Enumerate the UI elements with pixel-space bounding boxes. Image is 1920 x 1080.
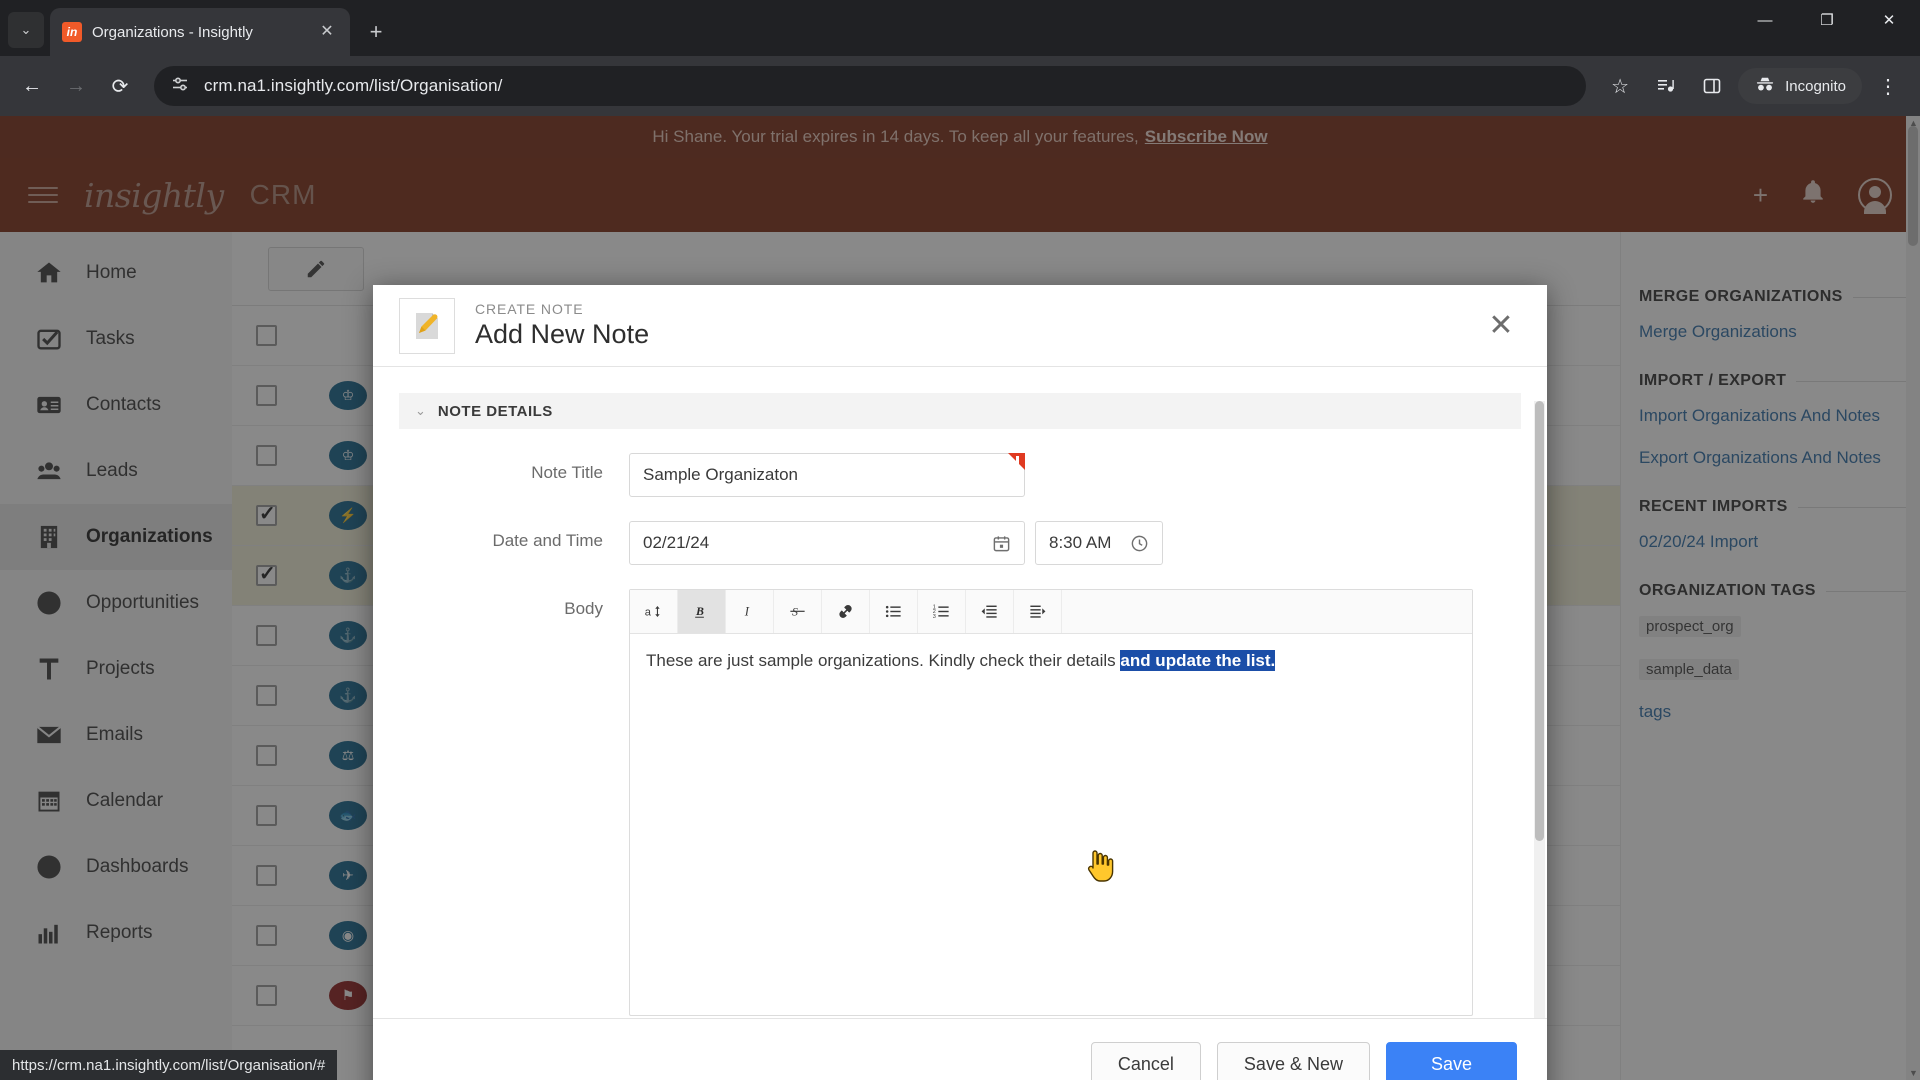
new-tab-button[interactable]: + (358, 14, 394, 50)
date-input[interactable]: 02/21/24 (629, 521, 1025, 565)
required-flag-icon (1008, 453, 1025, 470)
tab-search-button[interactable]: ⌄ (8, 12, 44, 48)
incognito-icon (1754, 75, 1776, 97)
save-button[interactable]: Save (1385, 1041, 1517, 1080)
page-viewport: Hi Shane. Your trial expires in 14 days.… (0, 116, 1920, 1080)
note-title-value: Sample Organizaton (643, 465, 798, 484)
svg-text:I: I (744, 604, 750, 618)
maximize-button[interactable]: ❐ (1796, 0, 1858, 40)
forward-icon[interactable]: → (56, 66, 96, 106)
bold-icon[interactable]: B (678, 590, 726, 633)
body-selected-text: and update the list. (1120, 650, 1276, 671)
editor-toolbar: a B I S (630, 590, 1472, 634)
incognito-indicator[interactable]: Incognito (1738, 68, 1862, 104)
bulleted-list-icon[interactable] (870, 590, 918, 633)
date-value: 02/21/24 (643, 533, 710, 552)
window-controls: — ❐ ✕ (1734, 0, 1920, 56)
body-row: Body a B I 1 2 3 These are just sample o… (373, 589, 1547, 1016)
tab-strip: ⌄ in Organizations - Insightly ✕ + — ❐ ✕ (0, 0, 1920, 56)
body-plain-text: These are just sample organizations. Kin… (646, 651, 1121, 670)
svg-text:a: a (645, 606, 652, 618)
outdent-icon[interactable] (966, 590, 1014, 633)
time-input[interactable]: 8:30 AM (1035, 521, 1163, 565)
note-title-row: Note Title Sample Organizaton (373, 453, 1547, 497)
date-time-row: Date and Time 02/21/24 8:30 AM (373, 521, 1547, 565)
date-and-time-label: Date and Time (492, 531, 603, 550)
close-window-button[interactable]: ✕ (1858, 0, 1920, 40)
italic-icon[interactable]: I (726, 590, 774, 633)
link-icon[interactable] (822, 590, 870, 633)
bookmark-star-icon[interactable]: ☆ (1600, 66, 1640, 106)
url-text: crm.na1.insightly.com/list/Organisation/ (204, 76, 503, 95)
reading-list-icon[interactable] (1646, 66, 1686, 106)
clock-icon[interactable] (1130, 534, 1149, 553)
note-body-text[interactable]: These are just sample organizations. Kin… (630, 634, 1472, 1015)
chrome-menu-icon[interactable]: ⋮ (1868, 66, 1908, 106)
time-value: 8:30 AM (1049, 533, 1112, 552)
note-icon (399, 297, 455, 354)
indent-icon[interactable] (1014, 590, 1062, 633)
note-details-section[interactable]: ⌄ NOTE DETAILS (399, 393, 1521, 429)
rich-text-editor: a B I S (629, 589, 1473, 1016)
site-settings-icon[interactable] (170, 74, 190, 99)
note-title-label: Note Title (531, 463, 603, 482)
dialog-footer: Cancel Save & New Save (373, 1018, 1547, 1080)
chevron-down-icon[interactable]: ⌄ (415, 403, 426, 419)
save-and-new-button[interactable]: Save & New (1216, 1041, 1370, 1080)
add-note-dialog: CREATE NOTE Add New Note ✕ ⌄ NOTE DETAIL… (373, 285, 1547, 1080)
strikethrough-icon[interactable]: S (774, 590, 822, 633)
close-icon[interactable]: ✕ (1481, 306, 1521, 346)
side-panel-icon[interactable] (1692, 66, 1732, 106)
close-tab-icon[interactable]: ✕ (316, 21, 338, 43)
numbered-list-icon[interactable]: 123 (918, 590, 966, 633)
svg-text:3: 3 (933, 614, 936, 620)
reload-icon[interactable]: ⟳ (100, 66, 140, 106)
calendar-picker-icon[interactable] (992, 534, 1011, 553)
section-title: NOTE DETAILS (437, 402, 553, 420)
note-title-input[interactable]: Sample Organizaton (629, 453, 1025, 497)
dialog-scrollbar-thumb[interactable] (1535, 401, 1544, 841)
address-bar[interactable]: crm.na1.insightly.com/list/Organisation/ (154, 66, 1587, 106)
dialog-body: ⌄ NOTE DETAILS Note Title Sample Organiz… (373, 367, 1547, 1018)
minimize-button[interactable]: — (1734, 0, 1796, 40)
dialog-kicker: CREATE NOTE (475, 301, 584, 317)
incognito-label: Incognito (1785, 77, 1846, 95)
dialog-scrollbar[interactable] (1534, 401, 1545, 1018)
cancel-button[interactable]: Cancel (1090, 1041, 1201, 1080)
body-label: Body (564, 599, 603, 618)
browser-toolbar: ← → ⟳ crm.na1.insightly.com/list/Organis… (0, 56, 1920, 116)
back-icon[interactable]: ← (12, 66, 52, 106)
browser-window: ⌄ in Organizations - Insightly ✕ + — ❐ ✕… (0, 0, 1920, 1080)
status-bar-url: https://crm.na1.insightly.com/list/Organ… (0, 1050, 338, 1080)
toolbar-actions: ☆ Incognito ⋮ (1600, 66, 1908, 106)
svg-text:B: B (695, 604, 704, 618)
browser-tab[interactable]: in Organizations - Insightly ✕ (50, 8, 350, 56)
font-size-icon[interactable]: a (630, 590, 678, 633)
chevron-down-icon: ⌄ (20, 22, 32, 37)
dialog-header: CREATE NOTE Add New Note ✕ (373, 285, 1547, 367)
dialog-title: Add New Note (475, 319, 650, 349)
insightly-favicon: in (62, 22, 82, 42)
tab-title: Organizations - Insightly (92, 23, 253, 41)
